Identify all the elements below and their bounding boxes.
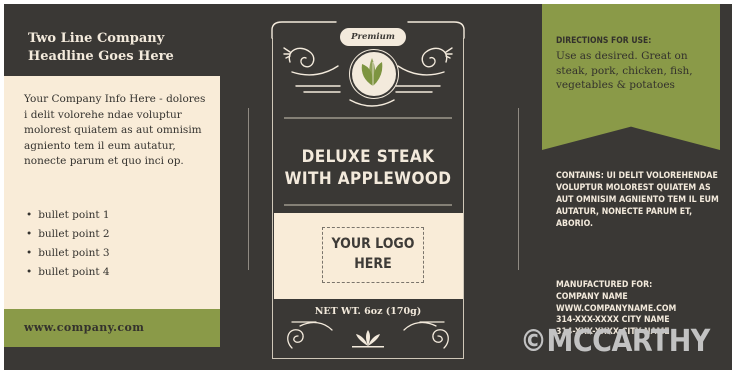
net-weight: NET WT. 6oz (170g) bbox=[314, 306, 422, 317]
mfg-line: MANUFACTURED FOR: bbox=[556, 280, 653, 290]
directions-title: DIRECTIONS FOR USE: bbox=[556, 36, 652, 46]
watermark: ©MCCARTHY bbox=[520, 324, 710, 359]
product-name-line1: DELUXE STEAK bbox=[301, 147, 435, 167]
product-name-line2: WITH APPLEWOOD bbox=[284, 169, 452, 189]
logo-placeholder-text: YOUR LOGO HERE bbox=[322, 234, 424, 274]
logo-line2: HERE bbox=[354, 256, 392, 272]
logo-line1: YOUR LOGO bbox=[331, 236, 415, 252]
mfg-line: WWW.COMPANYNAME.COM bbox=[556, 303, 677, 314]
product-name: DELUXE STEAK WITH APPLEWOOD bbox=[276, 146, 460, 190]
directions-body: Use as desired. Great on steak, pork, ch… bbox=[556, 50, 693, 91]
mfg-line: COMPANY NAME bbox=[556, 291, 628, 302]
contains-text: CONTAINS: UI DELIT VOLOREHENDAE VOLUPTUR… bbox=[556, 171, 719, 229]
